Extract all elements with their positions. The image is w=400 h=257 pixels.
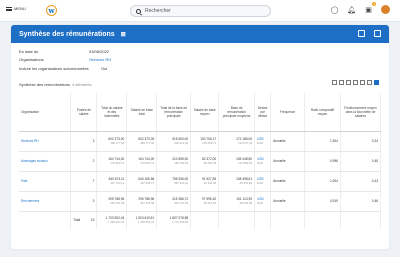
field-row: En date du 03/08/2022 xyxy=(19,48,110,54)
related-actions-icon[interactable] xyxy=(374,30,381,37)
hamburger-icon xyxy=(6,6,12,11)
column-header[interactable]: Total de la base de rémunération princip… xyxy=(156,93,192,132)
search-placeholder: Rechercher xyxy=(145,8,171,14)
section-title: Synthèse des rémunérations 4 éléments xyxy=(19,82,92,87)
column-header[interactable]: Salaire de base moyen xyxy=(190,93,220,132)
column-header[interactable]: Base de rémunération principale moyenne xyxy=(218,93,256,132)
top-bar: MENU w Rechercher ◯ 🔔︎ ▣ 2 xyxy=(0,0,400,22)
chat-icon[interactable]: ◯ xyxy=(330,5,339,14)
fullscreen-icon[interactable] xyxy=(360,80,365,85)
sort-icon[interactable] xyxy=(346,80,351,85)
column-header[interactable]: Fréquence xyxy=(270,93,306,132)
table-row: Avantages sociaux 2 164 744,00 176 900,72… xyxy=(19,151,382,172)
report-parameters: En date du 03/08/2022 Organisations Serv… xyxy=(19,47,111,73)
field-row: Organisations Services RH xyxy=(19,57,112,63)
filter-icon[interactable] xyxy=(358,30,365,37)
table-toolbar xyxy=(332,80,379,85)
excel-icon[interactable]: ⊠ xyxy=(121,31,126,38)
page-title: Synthèse des rémunérations xyxy=(19,30,115,38)
header-actions xyxy=(358,30,381,37)
table-row: Services RH 3 602 373,00 468 177,60 602 3… xyxy=(19,131,382,152)
column-header[interactable]: Ratio comparatif moyen xyxy=(304,93,341,132)
export-icon[interactable] xyxy=(332,80,337,85)
list-view-icon[interactable] xyxy=(367,80,372,85)
inbox-icon[interactable]: ▣ 2 xyxy=(364,2,376,14)
top-right-icons: ◯ 🔔︎ ▣ 2 xyxy=(330,2,390,14)
notifications-icon[interactable]: 🔔︎ xyxy=(347,5,356,14)
org-link[interactable]: Recrutement xyxy=(19,191,72,212)
table-row: Paie 7 640 673,11 497 763,12 640 165,56 49… xyxy=(19,171,382,192)
report-header: Synthèse des rémunérations ⊠ xyxy=(11,25,389,43)
avatar[interactable] xyxy=(381,5,390,14)
org-link[interactable]: Paie xyxy=(19,171,72,192)
column-header[interactable]: Organisation xyxy=(19,93,72,132)
column-header[interactable]: Positionnement moyen dans la fourchette … xyxy=(340,93,382,132)
chart-icon[interactable] xyxy=(353,80,358,85)
menu-button[interactable]: MENU xyxy=(6,6,26,11)
column-header[interactable]: Salaire de base total xyxy=(126,93,158,132)
search-icon xyxy=(136,8,141,14)
org-link[interactable]: Services RH xyxy=(19,131,72,152)
column-header[interactable]: Total du salaire et des indemnités xyxy=(96,93,128,132)
filter-icon[interactable] xyxy=(339,80,344,85)
total-row: Total 15 1 703 552,04 1 405 023,04 1 503 6… xyxy=(19,211,382,229)
table-row: Recrutement 3 295 788,96 261 761,58 295 7… xyxy=(19,191,382,212)
grid-view-icon[interactable] xyxy=(374,80,379,85)
report-card: Synthèse des rémunérations ⊠ En date du … xyxy=(11,25,389,249)
workday-logo[interactable]: w xyxy=(46,5,57,16)
field-row: Inclure les organisations subordonnées O… xyxy=(19,65,108,71)
compensation-table: Organisation Postes de salaire Total du … xyxy=(19,93,382,229)
org-link[interactable]: Avantages sociaux xyxy=(19,151,72,172)
notification-badge: 2 xyxy=(372,2,376,6)
column-header[interactable]: Postes de salaire xyxy=(70,93,98,132)
column-header[interactable]: Devise par défaut xyxy=(254,93,272,132)
organisation-link[interactable]: Services RH xyxy=(89,57,111,62)
search-input[interactable]: Rechercher xyxy=(130,5,271,17)
item-count: 4 éléments xyxy=(71,82,92,87)
